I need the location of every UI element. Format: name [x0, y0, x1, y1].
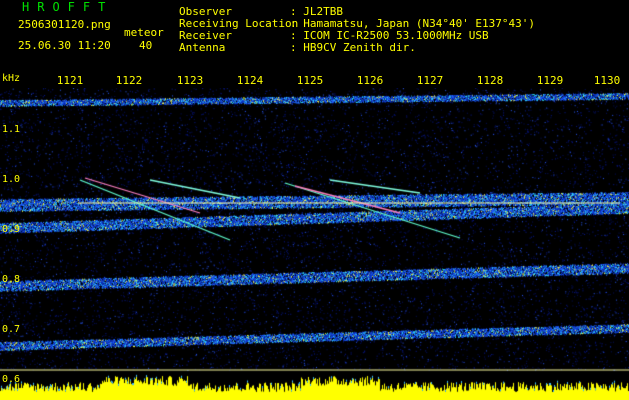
time-tick-label: 1127 — [416, 74, 444, 87]
time-tick-label: 1129 — [536, 74, 564, 87]
time-tick-label: 1124 — [236, 74, 264, 87]
antenna-label: Antenna — [179, 41, 226, 54]
freq-tick-label: 0.8 — [2, 274, 21, 285]
time-tick-label: 1125 — [296, 74, 324, 87]
time-tick-label: 1126 — [356, 74, 384, 87]
time-tick-label: 1121 — [56, 74, 84, 87]
freq-tick-label: 0.9 — [2, 224, 21, 235]
time-tick-label: 1123 — [176, 74, 204, 87]
antenna-value: : HB9CV Zenith dir. — [290, 41, 416, 54]
axis-unit: kHz — [2, 73, 21, 84]
time-tick-label: 1122 — [115, 74, 143, 87]
freq-tick-label: 1.1 — [2, 124, 21, 135]
meteor-label: meteor — [124, 26, 164, 39]
spectrogram-canvas[interactable] — [0, 88, 629, 400]
time-tick-label: 1130 — [593, 74, 621, 87]
header-panel: HROFFT 2506301120.png 25.06.30 11:20 met… — [0, 0, 629, 72]
freq-tick-label: 1.0 — [2, 174, 21, 185]
spectrogram-plot[interactable] — [0, 88, 629, 400]
filename: 2506301120.png — [18, 18, 111, 31]
freq-tick-label: 0.7 — [2, 324, 21, 335]
meteor-count: 40 — [139, 39, 153, 52]
freq-tick-label: 0.6 — [2, 374, 21, 385]
app-brand: HROFFT — [22, 0, 114, 14]
datetime: 25.06.30 11:20 — [18, 39, 111, 52]
time-tick-label: 1128 — [476, 74, 504, 87]
